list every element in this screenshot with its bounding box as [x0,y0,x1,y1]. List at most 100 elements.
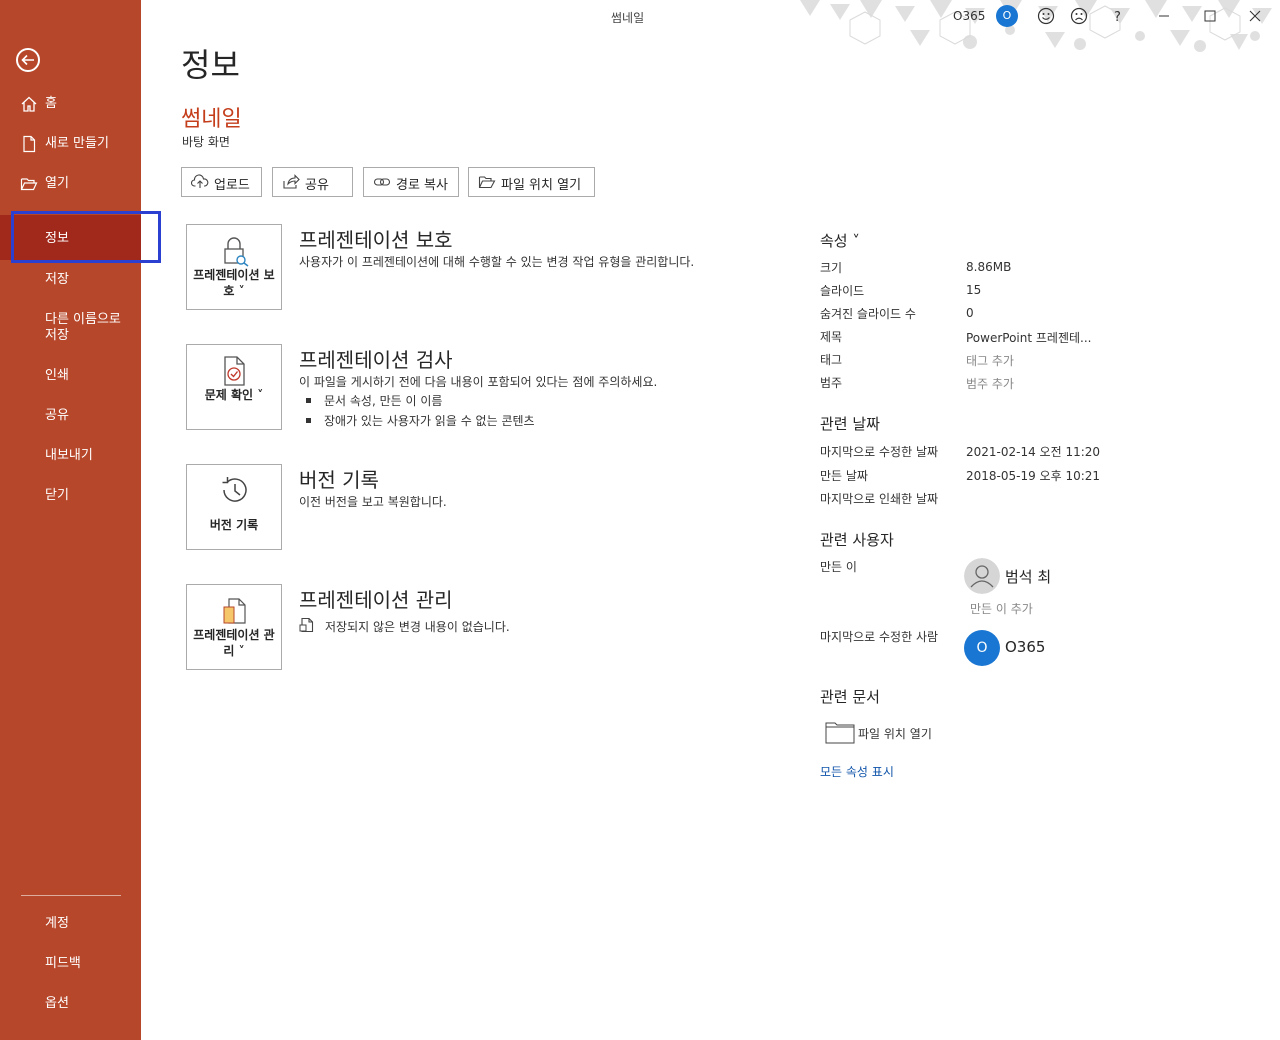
history-clock-icon [222,477,247,502]
protect-button-label: 프레젠테이션 보호 ˅ [193,268,275,298]
prop-label: 범주 [820,376,843,390]
arrow-left-icon [21,54,34,66]
check-issues-label: 문제 확인 ˅ [204,388,264,402]
backstage-sidebar: 홈 새로 만들기 열기 정보 저장 다른 이름으로 저장 인쇄 공유 내보내기 … [0,0,141,1040]
sidebar-item-label: 다른 이름으로 저장 [45,312,121,343]
prop-value-slides: 15 [966,283,982,297]
show-all-properties-link[interactable]: 모든 속성 표시 [820,763,894,780]
modified-by-name[interactable]: O365 [1005,638,1045,656]
sidebar-item-print[interactable]: 인쇄 [0,367,141,385]
document-name: 썸네일 [181,107,242,132]
related-documents-header: 관련 문서 [820,688,880,706]
sidebar-divider [21,895,121,896]
info-page: 정보 썸네일 바탕 화면 업로드 공유 경로 복사 파일 위치 열기 프레젠테이… [141,0,1280,1040]
properties-header[interactable]: 속성 ˅ [820,230,860,251]
manage-description: 저장되지 않은 변경 내용이 없습니다. [325,620,510,634]
sidebar-item-save[interactable]: 저장 [0,271,141,289]
author-name[interactable]: 범석 최 [1005,566,1051,587]
open-file-location-button[interactable]: 파일 위치 열기 [468,167,595,197]
protect-presentation-button[interactable]: 프레젠테이션 보호 ˅ [186,224,282,310]
sidebar-item-label: 홈 [45,96,57,111]
sidebar-item-label: 새로 만들기 [45,136,109,151]
open-folder-icon [478,176,496,189]
prop-value-title[interactable]: PowerPoint 프레젠테... [966,329,1092,346]
date-label: 만든 날짜 [820,469,868,483]
sidebar-item-label: 열기 [45,176,69,191]
prop-value-categories[interactable]: 범주 추가 [966,375,1014,392]
date-label: 마지막으로 인쇄한 날짜 [820,492,939,506]
sidebar-item-label: 공유 [45,408,69,423]
sidebar-item-label: 옵션 [45,996,69,1011]
sidebar-item-label: 정보 [45,231,69,246]
home-icon [21,96,37,112]
prop-label: 태그 [820,353,843,367]
protect-description: 사용자가 이 프레젠테이션에 대해 수행할 수 있는 변경 작업 유형을 관리합… [299,255,695,269]
document-path[interactable]: 바탕 화면 [182,133,230,150]
sidebar-item-share[interactable]: 공유 [0,407,141,425]
upload-button[interactable]: 업로드 [181,167,262,197]
sidebar-item-label: 닫기 [45,488,69,503]
version-history-label: 버전 기록 [209,518,259,532]
share-button[interactable]: 공유 [272,167,353,197]
link-icon [373,178,391,186]
version-history-button[interactable]: 버전 기록 [186,464,282,550]
prop-value-size: 8.86MB [966,260,1012,274]
sidebar-item-info[interactable]: 정보 [0,215,141,260]
sidebar-item-open[interactable]: 열기 [0,175,141,193]
upload-label: 업로드 [214,178,250,193]
inspect-document-icon [224,356,245,386]
prop-value-hidden-slides: 0 [966,306,974,320]
back-button[interactable] [16,48,40,72]
page-title: 정보 [181,46,240,84]
sidebar-item-account[interactable]: 계정 [0,915,141,933]
modified-by-avatar[interactable]: O [964,630,1000,666]
related-people-header: 관련 사용자 [820,531,894,549]
properties-panel: 속성 ˅ 크기 8.86MB 슬라이드 15 숨겨진 슬라이드 수 0 제목 P… [820,0,1260,1040]
prop-label: 숨겨진 슬라이드 수 [820,307,916,321]
sidebar-item-label: 피드백 [45,956,81,971]
manage-presentation-label: 프레젠테이션 관리 ˅ [193,628,275,658]
sidebar-item-label: 내보내기 [45,448,93,463]
sidebar-item-label: 인쇄 [45,368,69,383]
sidebar-item-export[interactable]: 내보내기 [0,447,141,465]
protect-title: 프레젠테이션 보호 [299,228,453,252]
check-issues-button[interactable]: 문제 확인 ˅ [186,344,282,430]
inspect-description: 이 파일을 게시하기 전에 다음 내용이 포함되어 있다는 점에 주의하세요. [299,375,658,389]
author-avatar[interactable] [964,558,1000,594]
prop-value-tags[interactable]: 태그 추가 [966,352,1014,369]
manage-document-icon [223,598,246,624]
date-label: 마지막으로 수정한 날짜 [820,445,939,459]
copy-path-label: 경로 복사 [396,178,448,193]
document-status-icon [299,617,314,633]
prop-label: 크기 [820,261,843,275]
sidebar-item-label: 저장 [45,272,69,287]
sidebar-item-options[interactable]: 옵션 [0,995,141,1013]
folder-icon[interactable] [825,720,855,744]
sidebar-item-feedback[interactable]: 피드백 [0,955,141,973]
related-dates-header: 관련 날짜 [820,415,880,433]
sidebar-item-label: 계정 [45,916,69,931]
sidebar-item-new[interactable]: 새로 만들기 [0,135,141,153]
add-author-link[interactable]: 만든 이 추가 [970,600,1033,617]
manage-presentation-button[interactable]: 프레젠테이션 관리 ˅ [186,584,282,670]
copy-path-button[interactable]: 경로 복사 [363,167,459,197]
sidebar-item-close[interactable]: 닫기 [0,487,141,505]
open-folder-icon [20,178,38,191]
version-history-description: 이전 버전을 보고 복원합니다. [299,495,447,509]
sidebar-item-home[interactable]: 홈 [0,95,141,113]
share-label: 공유 [305,178,329,193]
author-label: 만든 이 [820,560,857,574]
sidebar-item-save-as[interactable]: 다른 이름으로 저장 [0,311,141,345]
date-value-modified: 2021-02-14 오전 11:20 [966,445,1101,459]
new-document-icon [23,135,36,153]
lock-icon [224,237,249,267]
manage-title: 프레젠테이션 관리 [299,588,453,612]
inspect-bullet-text: 장애가 있는 사용자가 읽을 수 없는 콘텐츠 [324,414,535,428]
version-history-title: 버전 기록 [299,468,379,492]
date-value-created: 2018-05-19 오후 10:21 [966,469,1101,483]
inspect-title: 프레젠테이션 검사 [299,348,453,372]
modified-by-label: 마지막으로 수정한 사람 [820,630,939,644]
open-file-location-link[interactable]: 파일 위치 열기 [858,725,932,742]
share-icon [283,174,300,189]
prop-label: 슬라이드 [820,284,865,298]
